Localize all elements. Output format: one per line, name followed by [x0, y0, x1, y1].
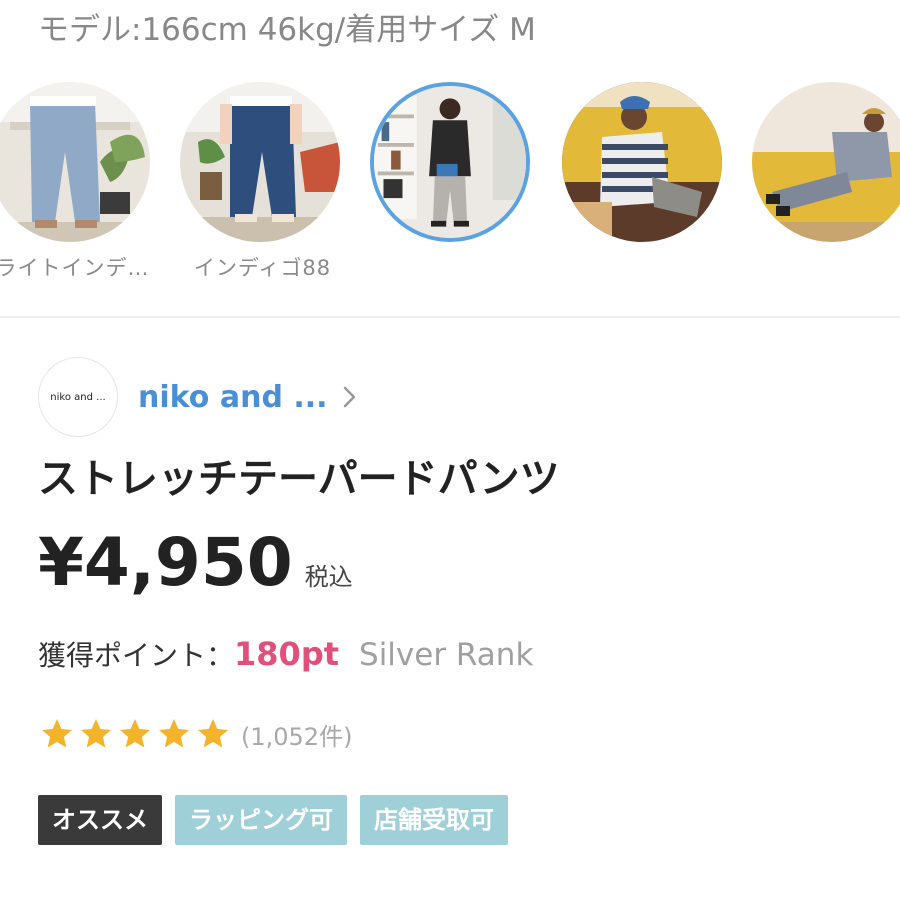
price-row: ¥4,950 税込 — [38, 530, 353, 596]
brand-link[interactable]: niko and ... — [138, 380, 360, 415]
star-icon — [159, 719, 189, 748]
rating-stars — [38, 716, 233, 752]
tag-list: オススメ ラッピング可 店舗受取可 — [38, 795, 521, 845]
brand-row: niko and ... niko and ... — [38, 356, 360, 438]
swatch-label: ライトインデ… — [0, 256, 150, 280]
section-divider — [0, 316, 900, 318]
member-rank: Silver Rank — [359, 637, 534, 673]
points-label: 獲得ポイント： — [38, 639, 235, 672]
brand-logo[interactable]: niko and ... — [38, 357, 118, 437]
product-title: ストレッチテーパードパンツ — [38, 456, 560, 502]
rating-row[interactable]: (1,052件) — [38, 716, 352, 752]
striped-sweater-photo[interactable] — [562, 82, 722, 242]
indigo-jeans-photo[interactable] — [180, 82, 340, 242]
color-swatch-row: ライトインデ… インディゴ88 — [0, 82, 900, 292]
chevron-right-icon — [343, 386, 355, 408]
swatch-label: インディゴ88 — [193, 256, 332, 280]
star-icon — [198, 719, 228, 748]
gray-outfit-photo[interactable] — [752, 82, 900, 242]
tag-badge: オススメ — [38, 795, 162, 845]
color-swatch-light-indigo[interactable]: ライトインデ… — [0, 82, 155, 282]
points-value: 180pt — [234, 635, 340, 673]
price: ¥4,950 — [38, 524, 293, 601]
star-icon — [120, 719, 150, 748]
model-info: モデル:166cm 46kg/着用サイズ M — [38, 12, 536, 48]
star-icon — [42, 719, 72, 748]
tax-label: 税込 — [304, 563, 353, 591]
black-outfit-photo[interactable] — [370, 82, 530, 242]
color-swatch-selected[interactable] — [370, 82, 535, 242]
tag-badge: ラッピング可 — [175, 795, 347, 845]
points-row: 獲得ポイント： 180pt Silver Rank — [38, 634, 533, 674]
color-swatch-gray[interactable] — [752, 82, 900, 242]
star-icon — [81, 719, 111, 748]
light-indigo-jeans-photo[interactable] — [0, 82, 150, 242]
color-swatch-stripe[interactable] — [562, 82, 727, 242]
color-swatch-indigo-88[interactable]: インディゴ88 — [180, 82, 345, 282]
brand-name[interactable]: niko and ... — [138, 380, 328, 415]
review-count[interactable]: (1,052件) — [241, 717, 352, 752]
tag-badge: 店舗受取可 — [360, 795, 508, 845]
product-page: モデル:166cm 46kg/着用サイズ M ライトインデ… インディゴ88 n… — [0, 0, 900, 900]
